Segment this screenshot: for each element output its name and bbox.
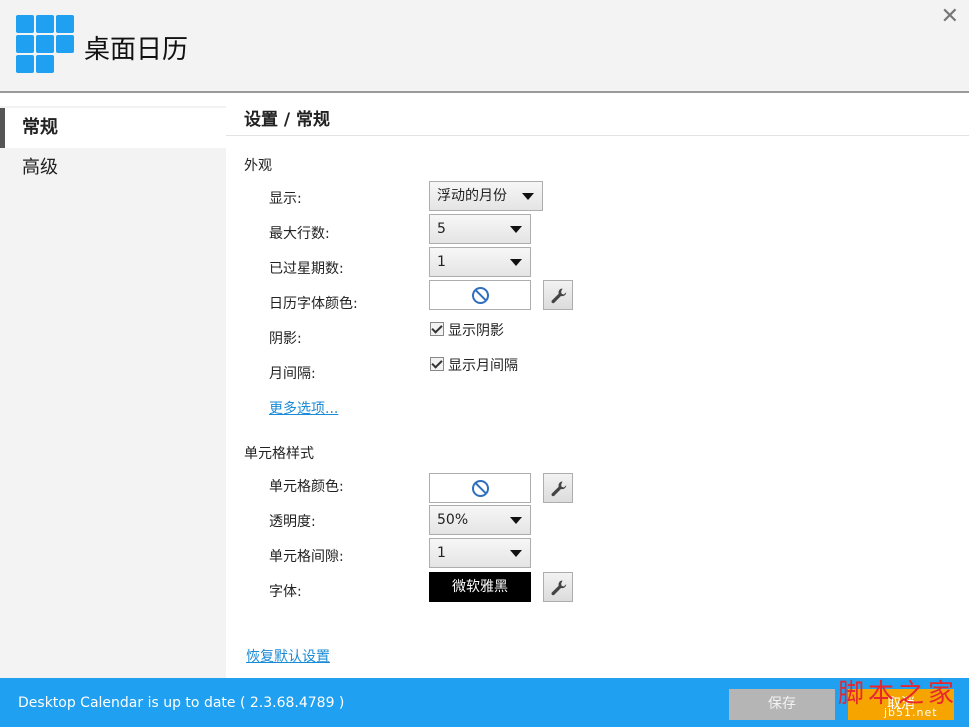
chevron-down-icon bbox=[510, 226, 522, 233]
watermark: 脚本之家 bbox=[838, 679, 959, 709]
shadow-label: 阴影: bbox=[269, 331, 302, 347]
font-preview[interactable]: 微软雅黑 bbox=[429, 572, 531, 602]
month-gap-checkbox-label[interactable]: 显示月间隔 bbox=[448, 355, 518, 375]
past-weeks-select[interactable]: 1 bbox=[429, 247, 531, 277]
font-picker-button[interactable] bbox=[543, 572, 573, 602]
display-label: 显示: bbox=[269, 191, 302, 207]
font-label: 字体: bbox=[269, 584, 302, 600]
chevron-down-icon bbox=[522, 193, 534, 200]
update-status-text: Desktop Calendar is up to date ( 2.3.68.… bbox=[18, 695, 345, 711]
wrench-icon bbox=[551, 288, 567, 304]
opacity-select[interactable]: 50% bbox=[429, 505, 531, 535]
cell-color-picker-button[interactable] bbox=[543, 473, 573, 503]
divider bbox=[226, 135, 969, 136]
wrench-icon bbox=[551, 481, 567, 497]
settings-panel: 设置 / 常规 外观 显示: 浮动的月份 最大行数: 5 已过星期数: 1 日历… bbox=[226, 95, 969, 678]
close-icon[interactable]: ✕ bbox=[941, 6, 959, 28]
sidebar: 常规 高级 bbox=[0, 106, 226, 678]
font-color-swatch[interactable] bbox=[429, 280, 531, 310]
cell-color-label: 单元格颜色: bbox=[269, 479, 344, 495]
page-title: 设置 / 常规 bbox=[244, 110, 331, 130]
display-select[interactable]: 浮动的月份 bbox=[429, 181, 543, 211]
section-title-cell-style: 单元格样式 bbox=[244, 446, 314, 462]
font-color-picker-button[interactable] bbox=[543, 280, 573, 310]
month-gap-label: 月间隔: bbox=[269, 366, 316, 382]
title-bar: 桌面日历 ✕ bbox=[0, 0, 969, 93]
opacity-select-value: 50% bbox=[437, 512, 469, 528]
max-rows-select[interactable]: 5 bbox=[429, 214, 531, 244]
cell-color-swatch[interactable] bbox=[429, 473, 531, 503]
watermark-url: jb51.net bbox=[884, 706, 938, 719]
app-logo-icon bbox=[16, 15, 74, 75]
chevron-down-icon bbox=[510, 550, 522, 557]
shadow-checkbox-label[interactable]: 显示阴影 bbox=[448, 320, 504, 340]
max-rows-select-value: 5 bbox=[437, 221, 446, 237]
sidebar-item-advanced[interactable]: 高级 bbox=[0, 148, 226, 188]
cell-gap-select-value: 1 bbox=[437, 545, 446, 561]
section-title-appearance: 外观 bbox=[244, 158, 272, 174]
no-color-icon bbox=[472, 287, 489, 304]
shadow-checkbox[interactable] bbox=[430, 322, 444, 336]
past-weeks-label: 已过星期数: bbox=[269, 261, 344, 277]
more-options-link[interactable]: 更多选项... bbox=[269, 398, 338, 418]
font-color-label: 日历字体颜色: bbox=[269, 296, 358, 312]
save-button[interactable]: 保存 bbox=[729, 689, 835, 720]
month-gap-checkbox[interactable] bbox=[430, 357, 444, 371]
status-bar: Desktop Calendar is up to date ( 2.3.68.… bbox=[0, 678, 969, 727]
app-title: 桌面日历 bbox=[84, 35, 189, 65]
max-rows-label: 最大行数: bbox=[269, 226, 330, 242]
no-color-icon bbox=[472, 480, 489, 497]
cell-gap-select[interactable]: 1 bbox=[429, 538, 531, 568]
opacity-label: 透明度: bbox=[269, 514, 316, 530]
display-select-value: 浮动的月份 bbox=[437, 188, 507, 204]
chevron-down-icon bbox=[510, 517, 522, 524]
sidebar-item-general[interactable]: 常规 bbox=[0, 108, 226, 148]
past-weeks-select-value: 1 bbox=[437, 254, 446, 270]
restore-defaults-link[interactable]: 恢复默认设置 bbox=[246, 646, 330, 666]
cell-gap-label: 单元格间隙: bbox=[269, 549, 344, 565]
chevron-down-icon bbox=[510, 259, 522, 266]
wrench-icon bbox=[551, 580, 567, 596]
